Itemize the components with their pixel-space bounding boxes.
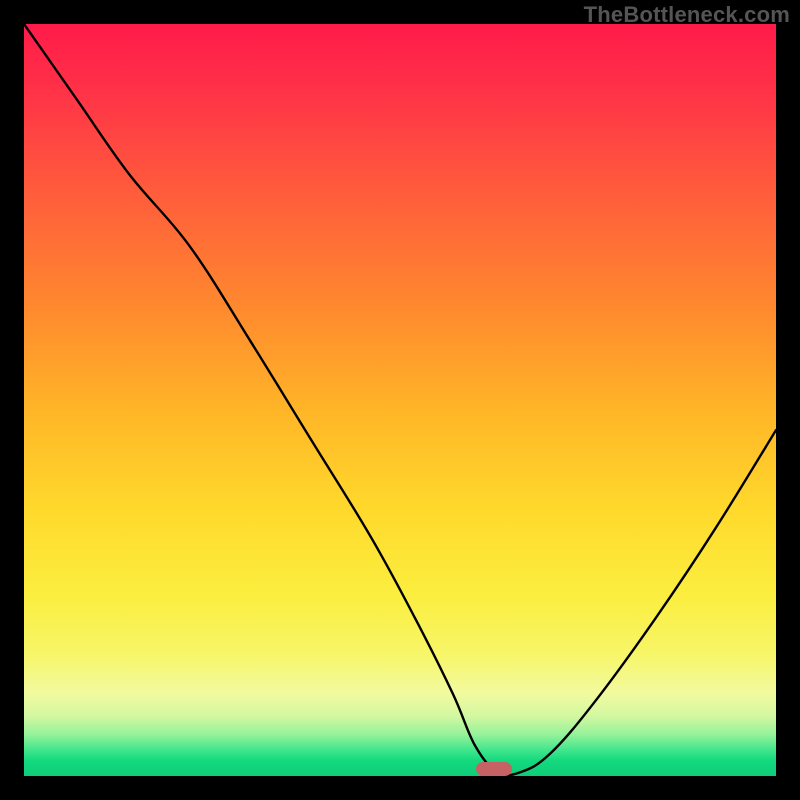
- curve-path: [24, 24, 776, 775]
- chart-stage: TheBottleneck.com: [0, 0, 800, 800]
- plot-area: [24, 24, 776, 776]
- bottleneck-curve: [24, 24, 776, 776]
- optimum-marker: [476, 762, 512, 776]
- watermark-text: TheBottleneck.com: [584, 2, 790, 28]
